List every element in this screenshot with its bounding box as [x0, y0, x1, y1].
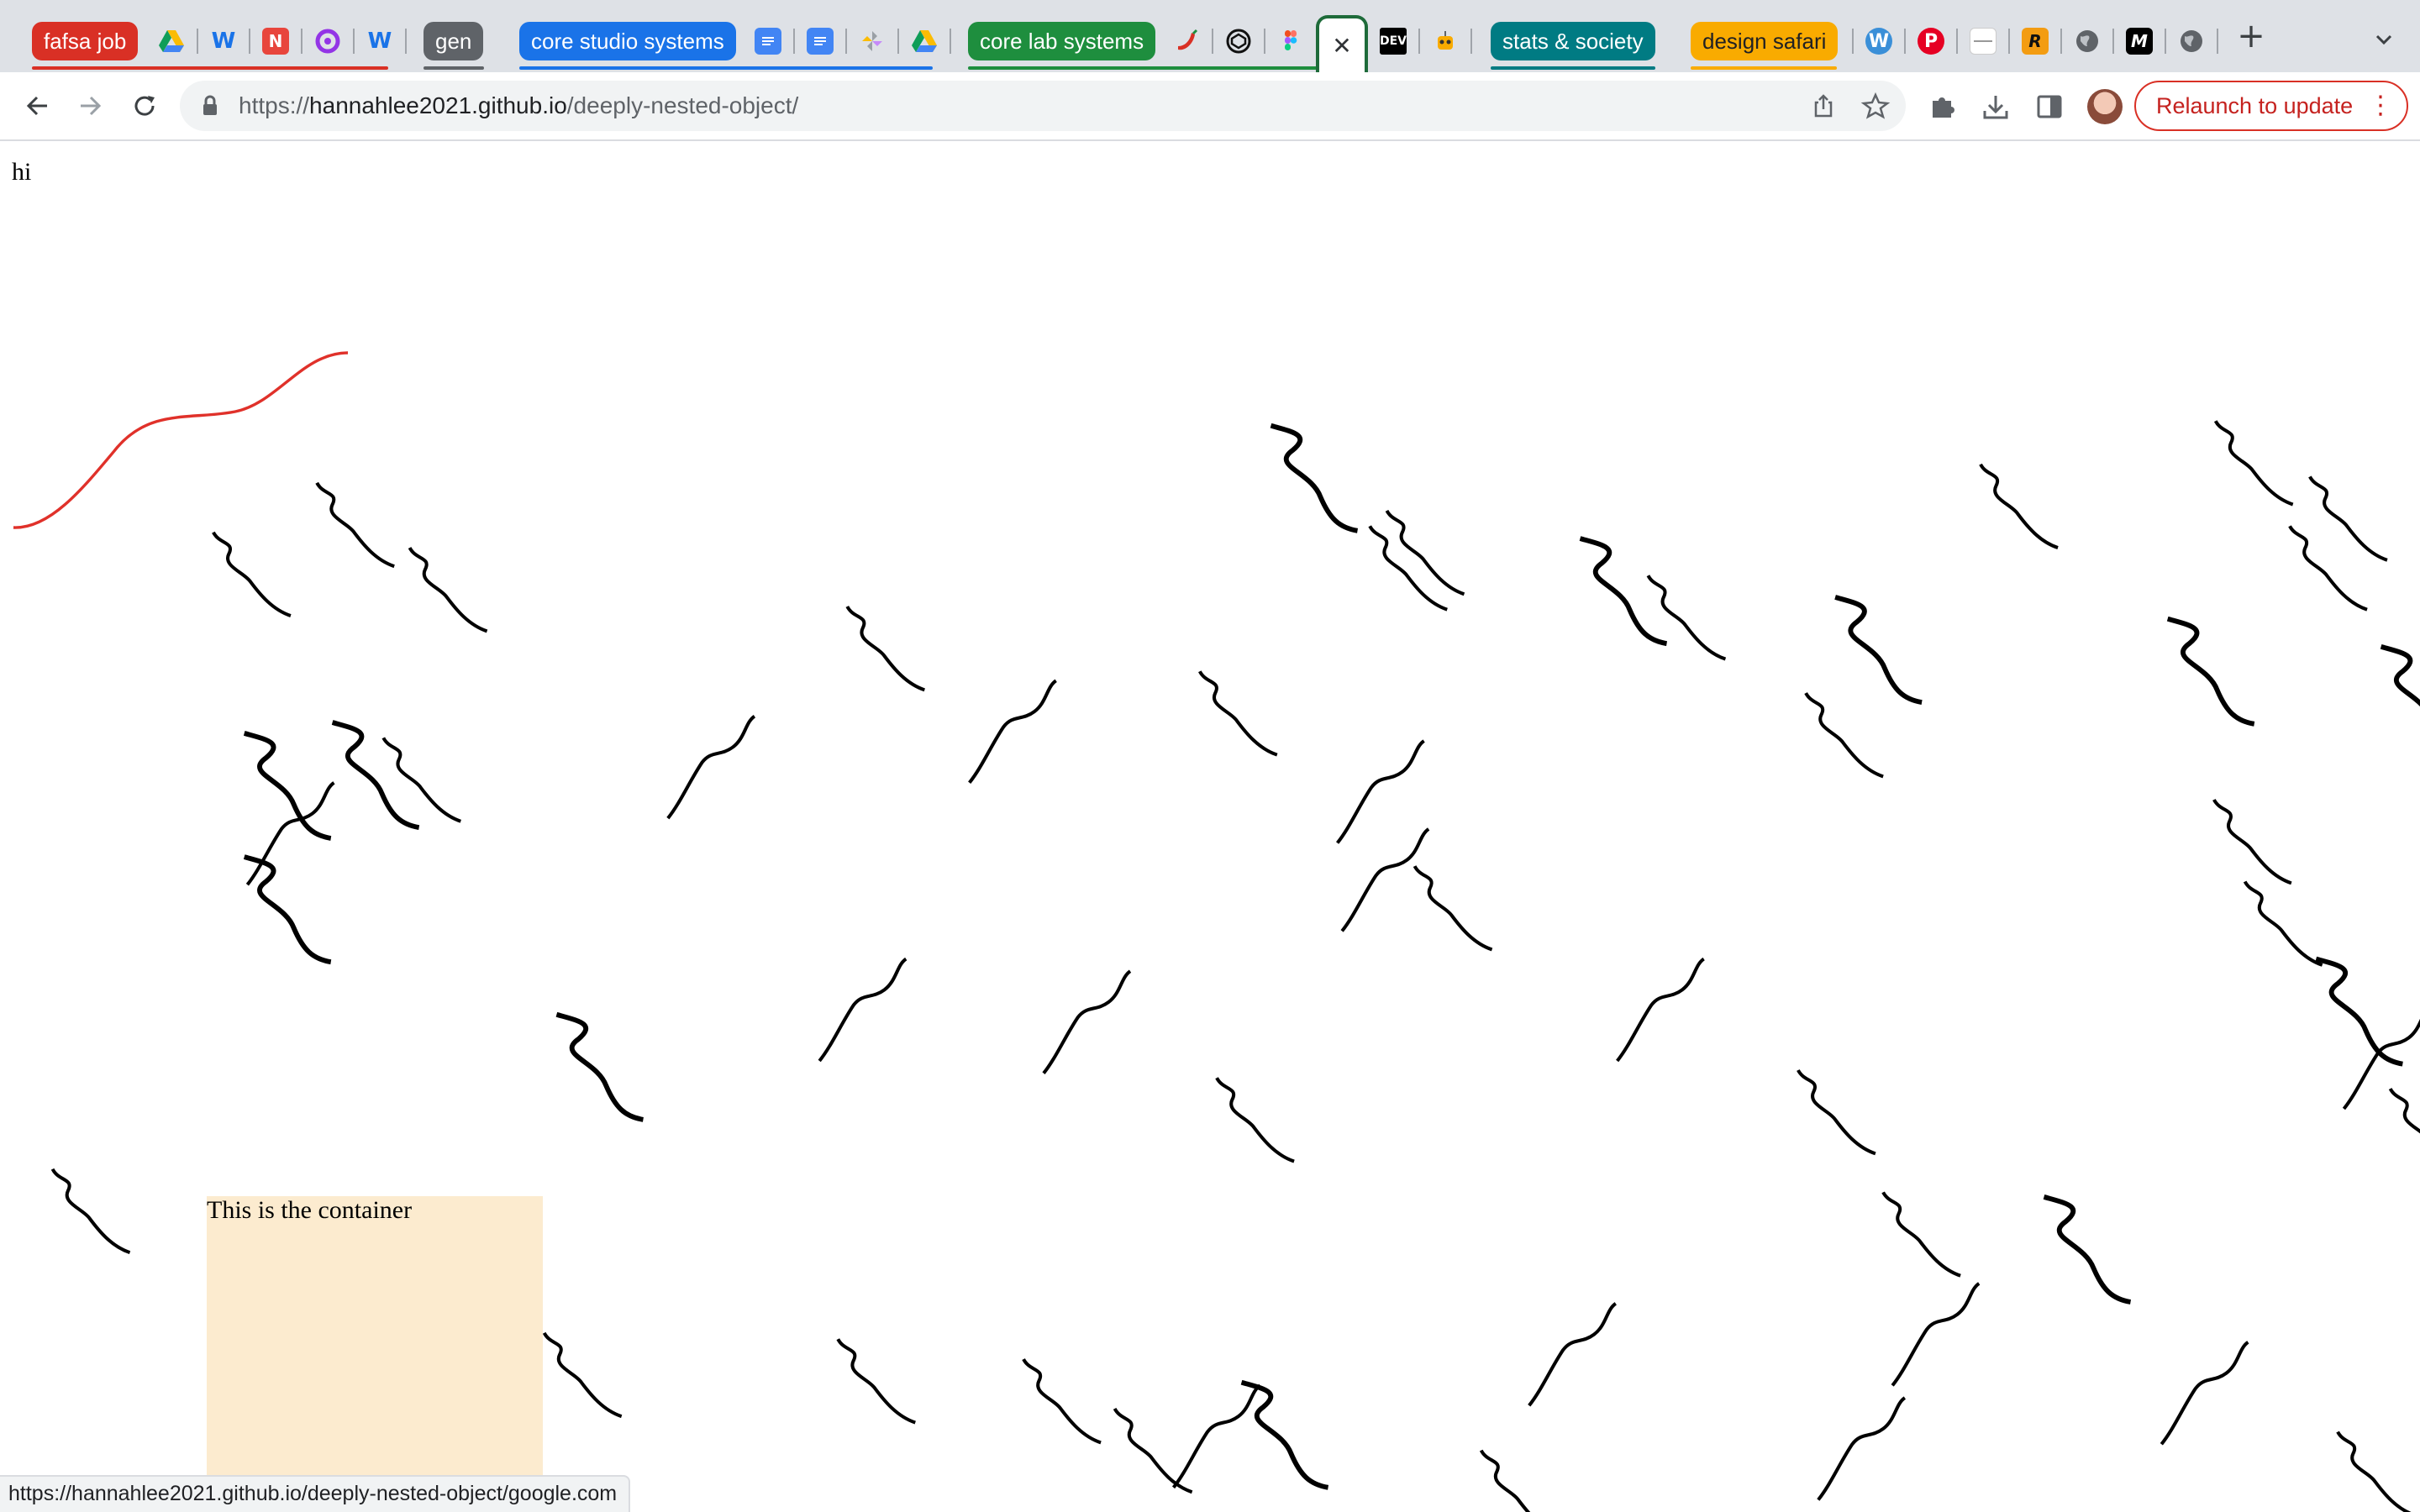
tab-group-stats-society[interactable]: stats & society [1491, 22, 1655, 60]
tab-separator [405, 29, 407, 54]
pinwheel-icon[interactable] [859, 28, 886, 55]
tab-separator [301, 29, 302, 54]
tab-separator [2008, 29, 2010, 54]
tab-group-core-lab-systems[interactable]: core lab systems [968, 22, 1156, 60]
relaunch-label: Relaunch to update [2156, 92, 2354, 118]
url-text[interactable]: https://hannahlee2021.github.io/deeply-n… [239, 92, 798, 119]
lock-icon[interactable] [195, 91, 225, 121]
tab-separator [2165, 29, 2166, 54]
codepen-icon[interactable] [1225, 28, 1252, 55]
google-drive-icon[interactable] [158, 28, 185, 55]
pinterest-icon[interactable]: P [1918, 28, 1944, 55]
tab-group-fafsa-job[interactable]: fafsa job [32, 22, 139, 60]
page-content: hi This is the container [0, 143, 2420, 1512]
figma-icon[interactable] [1277, 28, 1304, 55]
new-tab-button[interactable]: + [2235, 19, 2267, 53]
tab-group-design-safari[interactable]: design safari [1691, 22, 1839, 60]
reload-icon [134, 96, 155, 116]
tab-separator [1852, 29, 1854, 54]
notion-n-icon[interactable]: N [262, 28, 289, 55]
red-curve [13, 351, 349, 529]
arrow-right-icon [81, 96, 102, 116]
page-heading-hi: hi [12, 158, 32, 186]
tab-group-gen[interactable]: gen [424, 22, 484, 60]
extensions-puzzle-icon[interactable] [1926, 91, 1958, 123]
url-host: hannahlee2021.github.io [309, 92, 567, 118]
google-drive-icon[interactable] [911, 28, 938, 55]
tab-separator [1264, 29, 1265, 54]
tab-separator [1470, 29, 1472, 54]
tab-separator [1418, 29, 1420, 54]
kebab-menu-icon[interactable]: ⋮ [2368, 91, 2393, 121]
tab-separator [950, 29, 951, 54]
active-tab[interactable]: ✕ [1316, 15, 1368, 72]
wordpress-icon[interactable]: W [1865, 28, 1892, 55]
tab-separator [353, 29, 355, 54]
tab-group-underline [1491, 66, 1655, 70]
tab-separator [2060, 29, 2062, 54]
wordtune-icon[interactable]: W [210, 28, 237, 55]
medium-icon[interactable]: M [2126, 28, 2153, 55]
dashes-icon[interactable] [1970, 28, 1996, 55]
side-panel-icon[interactable] [2033, 91, 2065, 123]
forward-button[interactable] [69, 84, 113, 128]
tab-separator [897, 29, 899, 54]
tab-group-core-studio-systems[interactable]: core studio systems [519, 22, 736, 60]
tab-group-underline [519, 66, 933, 70]
google-docs-icon[interactable] [807, 28, 834, 55]
link-status-bar: https://hannahlee2021.github.io/deeply-n… [0, 1475, 631, 1512]
relaunch-to-update-button[interactable]: Relaunch to update ⋮ [2134, 81, 2408, 131]
close-icon[interactable]: ✕ [1332, 32, 1351, 60]
tab-separator [845, 29, 847, 54]
chili-pepper-icon[interactable] [1173, 28, 1200, 55]
share-icon[interactable] [1808, 91, 1839, 121]
back-button[interactable] [15, 84, 59, 128]
download-icon[interactable] [1980, 91, 2012, 123]
bookmark-star-icon[interactable] [1860, 91, 1891, 121]
globe-icon[interactable] [2178, 28, 2205, 55]
tab-group-underline [968, 66, 1368, 70]
arrow-left-icon [26, 96, 47, 116]
url-path: /deeply-nested-object/ [566, 92, 799, 118]
google-docs-icon[interactable] [755, 28, 781, 55]
tab-separator [793, 29, 795, 54]
reload-button[interactable] [123, 84, 166, 128]
tab-separator [1956, 29, 1958, 54]
container-box: This is the container [207, 1196, 543, 1512]
tab-strip: fafsa job W N W gen core studio systems … [0, 0, 2420, 72]
container-label: This is the container [207, 1196, 413, 1224]
chevron-down-icon[interactable] [2370, 25, 2398, 54]
browser-toolbar: https://hannahlee2021.github.io/deeply-n… [0, 72, 2420, 141]
tab-group-underline [32, 66, 388, 70]
tab-separator [1212, 29, 1213, 54]
tab-group-underline [424, 66, 484, 70]
profile-avatar[interactable] [2087, 89, 2123, 124]
globe-icon[interactable] [2074, 28, 2101, 55]
tab-separator [2112, 29, 2114, 54]
r-logo-icon[interactable]: R [2022, 28, 2049, 55]
robot-icon[interactable] [1432, 28, 1459, 55]
tab-separator [1904, 29, 1906, 54]
tab-separator [197, 29, 198, 54]
tab-group-underline [1691, 66, 1837, 70]
dev-icon[interactable]: DEV [1380, 28, 1407, 55]
address-bar[interactable]: https://hannahlee2021.github.io/deeply-n… [180, 81, 1906, 131]
wordtune-icon[interactable]: W [366, 28, 393, 55]
tab-separator [2217, 29, 2218, 54]
purple-ring-icon[interactable] [314, 28, 341, 55]
tab-separator [249, 29, 250, 54]
url-scheme: https:// [239, 92, 310, 118]
